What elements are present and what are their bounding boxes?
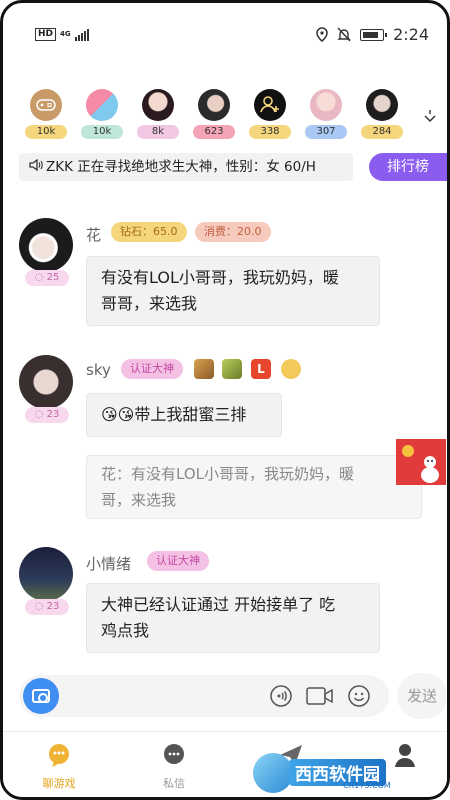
quote-line: 花：有没有LOL小哥哥，我玩奶妈，暖 <box>101 465 354 483</box>
username[interactable]: 小情绪 <box>86 553 131 574</box>
phone-frame: HD 4G 2:24 10k 10k 8k 623 338 307 284 ZK… <box>0 0 450 800</box>
status-bar: HD 4G 2:24 <box>35 25 429 47</box>
lol-badge-icon: L <box>251 359 271 379</box>
avatar <box>198 89 230 121</box>
chat-bubble-icon: ◌ <box>34 601 44 612</box>
avatar <box>142 89 174 121</box>
game-badge-icon <box>222 359 242 379</box>
message-line: 有没有LOL小哥哥，我玩奶妈，暖 <box>101 268 339 287</box>
signal-icon <box>74 28 89 41</box>
count-value: 25 <box>46 272 60 283</box>
user-avatar-item[interactable]: 8k <box>137 89 179 139</box>
snowman-icon <box>421 453 439 483</box>
message-line: 哥哥，来选我 <box>101 294 198 313</box>
chat-bubble-icon <box>164 744 184 764</box>
notice-text: ZKK 正在寻找绝地求生大神，性别：女 60/H <box>46 159 316 175</box>
message-line: 鸡点我 <box>101 621 150 640</box>
watermark-subtext: CR173.COM <box>343 781 391 790</box>
matchmaking-notice[interactable]: ZKK 正在寻找绝地求生大神，性别：女 60/H <box>19 153 353 181</box>
quote-line: 哥，来选我 <box>101 491 177 509</box>
message-bubble[interactable]: 有没有LOL小哥哥，我玩奶妈，暖 哥哥，来选我 <box>86 256 380 326</box>
expand-more-icon[interactable] <box>422 109 438 129</box>
video-icon[interactable] <box>305 684 335 708</box>
username[interactable]: 花 <box>86 224 101 245</box>
online-users-row: 10k 10k 8k 623 338 307 284 <box>25 89 429 141</box>
speaker-icon <box>29 153 43 181</box>
location-icon <box>316 27 328 42</box>
user-avatar-item[interactable]: 623 <box>193 89 235 139</box>
count-value: 23 <box>46 601 60 612</box>
site-watermark: 西西软件园 CR173.COM <box>253 753 433 793</box>
avatar <box>310 89 342 121</box>
user-avatar[interactable] <box>19 355 73 409</box>
message-count-badge: ◌ 23 <box>25 599 69 615</box>
leaderboard-button[interactable]: 排行榜 <box>369 153 447 181</box>
hd-indicator: HD <box>35 28 57 41</box>
message-count-badge: ◌ 23 <box>25 407 69 423</box>
username[interactable]: sky <box>86 361 111 379</box>
user-avatar-item[interactable]: 10k <box>81 89 123 139</box>
user-score-badge: 338 <box>249 125 291 139</box>
count-value: 23 <box>46 409 60 420</box>
message-count-badge: ◌ 25 <box>25 270 69 286</box>
tab-label: 私信 <box>163 777 185 790</box>
user-avatar[interactable] <box>19 547 73 601</box>
user-score-badge: 307 <box>305 125 347 139</box>
mute-bell-icon <box>337 27 351 42</box>
add-user-icon <box>254 89 286 121</box>
coin-icon <box>402 445 414 457</box>
user-score-badge: 10k <box>25 125 67 139</box>
game-controller-icon <box>30 89 62 121</box>
message-line: 😘😘带上我甜蜜三排 <box>101 405 247 424</box>
diamond-tag: 钻石：65.0 <box>111 222 187 242</box>
user-avatar-item[interactable]: 307 <box>305 89 347 139</box>
game-badge-icon <box>194 359 214 379</box>
user-avatar[interactable] <box>19 218 73 272</box>
tab-label: 聊游戏 <box>42 777 76 790</box>
gold-badge-icon <box>281 359 301 379</box>
message-line: 大神已经认证通过 开始接单了 吃 <box>101 595 336 614</box>
network-type: 4G <box>60 30 71 38</box>
tab-messages[interactable]: 私信 <box>144 742 204 791</box>
chat-bubble-icon: ◌ <box>34 409 44 420</box>
message-bubble[interactable]: 😘😘带上我甜蜜三排 <box>86 393 282 437</box>
camera-icon[interactable] <box>23 678 59 714</box>
user-avatar-item[interactable]: 284 <box>361 89 403 139</box>
user-score-badge: 8k <box>137 125 179 139</box>
user-avatar-item[interactable]: 338 <box>249 89 291 139</box>
emoji-icon[interactable] <box>347 684 371 708</box>
voice-icon[interactable] <box>269 684 293 708</box>
user-score-badge: 284 <box>361 125 403 139</box>
red-envelope-icon[interactable] <box>396 439 446 485</box>
quoted-message[interactable]: 花：有没有LOL小哥哥，我玩奶妈，暖 哥，来选我 <box>86 455 422 519</box>
user-score-badge: 10k <box>81 125 123 139</box>
user-score-badge: 623 <box>193 125 235 139</box>
clock: 2:24 <box>393 25 429 44</box>
watermark-logo-icon <box>253 753 293 793</box>
verified-tag: 认证大神 <box>147 551 209 571</box>
message-input-bar[interactable] <box>19 675 389 717</box>
battery-icon <box>360 28 388 41</box>
verified-tag: 认证大神 <box>121 359 183 379</box>
user-avatar-item[interactable]: 10k <box>25 89 67 139</box>
message-bubble[interactable]: 大神已经认证通过 开始接单了 吃 鸡点我 <box>86 583 380 653</box>
avatar <box>366 89 398 121</box>
tab-chat-games[interactable]: 聊游戏 <box>29 742 89 791</box>
chat-bubble-icon: ◌ <box>34 272 44 283</box>
spend-tag: 消费：20.0 <box>195 222 271 242</box>
chat-games-icon <box>49 744 69 767</box>
send-button[interactable]: 发送 <box>397 673 447 719</box>
avatar <box>86 89 118 121</box>
